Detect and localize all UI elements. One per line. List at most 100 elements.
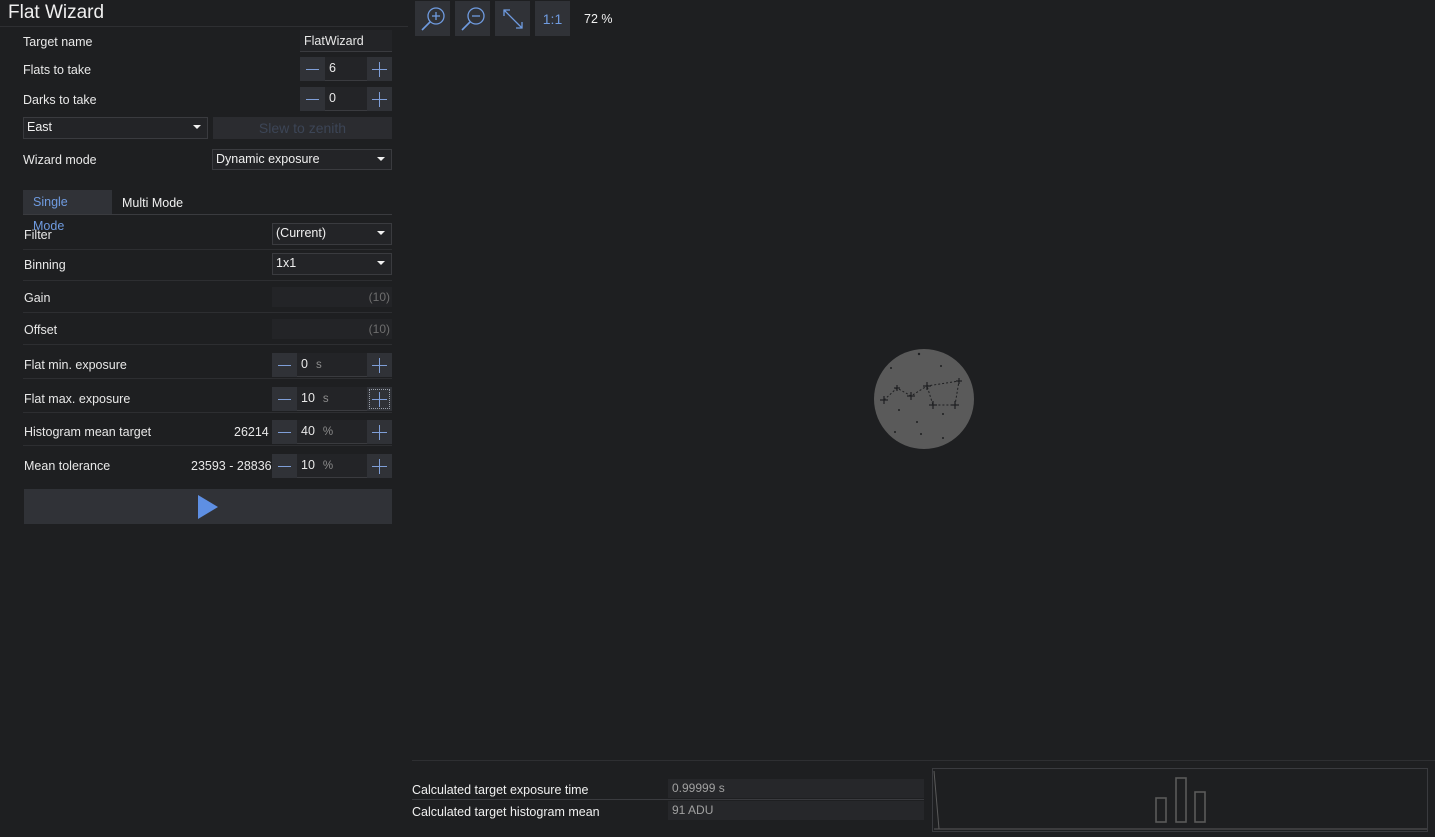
tolerance-decrement-button[interactable] (272, 454, 297, 478)
zoom-in-button[interactable] (415, 1, 450, 36)
row-divider (23, 312, 392, 313)
minus-icon (278, 364, 291, 366)
start-flat-wizard-button[interactable] (24, 489, 392, 524)
target-name-label: Target name (23, 35, 93, 49)
minus-icon (278, 398, 291, 400)
mean-tolerance-label: Mean tolerance (24, 459, 111, 473)
zoom-out-icon (460, 6, 485, 31)
fit-to-screen-icon (502, 8, 523, 29)
gain-label: Gain (24, 291, 51, 305)
tolerance-input[interactable]: 10% (297, 454, 367, 478)
min-exposure-input[interactable]: 0s (297, 353, 367, 377)
plus-icon (372, 391, 387, 407)
filter-label: Filter (24, 228, 52, 242)
wizard-mode-label: Wizard mode (23, 153, 97, 167)
darks-label: Darks to take (23, 93, 97, 107)
wizard-mode-value: Dynamic exposure (216, 152, 320, 166)
play-icon (198, 494, 218, 519)
min-exposure-unit: s (315, 359, 322, 371)
chevron-down-icon (377, 157, 385, 161)
tolerance-unit: % (322, 460, 334, 472)
chevron-down-icon (377, 261, 385, 265)
offset-input[interactable]: (10) (272, 319, 392, 339)
minus-icon (278, 431, 291, 433)
flats-increment-button[interactable] (367, 57, 392, 81)
min-exposure-increment-button[interactable] (367, 353, 392, 377)
row-divider (23, 445, 392, 446)
constellation-placeholder-image (873, 348, 975, 453)
constellation-icon (874, 349, 974, 449)
max-exposure-unit: s (322, 393, 329, 405)
darks-input[interactable]: 0 (325, 87, 367, 111)
binning-value: 1x1 (276, 256, 297, 270)
histogram-placeholder-icon (1155, 777, 1206, 823)
gain-input[interactable]: (10) (272, 287, 392, 307)
histogram-panel (932, 768, 1428, 832)
histogram-target-input[interactable]: 40% (297, 420, 367, 444)
binning-label: Binning (24, 258, 66, 272)
exposure-time-label: Calculated target exposure time (412, 783, 589, 797)
row-divider (23, 344, 392, 345)
darks-increment-button[interactable] (367, 87, 392, 111)
plus-icon (372, 424, 387, 440)
target-name-input[interactable]: FlatWizard (300, 30, 392, 52)
histogram-target-unit: % (322, 426, 334, 438)
chevron-down-icon (193, 125, 201, 129)
min-exposure-value: 0 (301, 357, 308, 371)
results-row-divider (412, 799, 924, 800)
tolerance-value: 10 (301, 458, 315, 472)
direction-select[interactable]: East (23, 117, 208, 139)
darks-decrement-button[interactable] (300, 87, 325, 111)
one-to-one-label: 1:1 (542, 10, 563, 27)
tolerance-increment-button[interactable] (367, 454, 392, 478)
max-exposure-increment-button[interactable] (367, 387, 392, 411)
wizard-mode-select[interactable]: Dynamic exposure (212, 149, 392, 170)
window-title: Flat Wizard (8, 2, 105, 23)
histogram-target-adu: 26214 (234, 425, 269, 439)
filter-value: (Current) (276, 226, 327, 240)
histogram-mean-value: 91 ADU (668, 801, 924, 820)
flats-decrement-button[interactable] (300, 57, 325, 81)
tab-single-mode[interactable]: Single Mode (23, 190, 112, 233)
plus-icon (372, 357, 387, 373)
binning-select[interactable]: 1x1 (272, 253, 392, 275)
exposure-time-value: 0.99999 s (668, 779, 924, 798)
tab-multi-mode[interactable]: Multi Mode (112, 191, 196, 215)
plus-icon (372, 458, 387, 474)
left-panel: Flat Wizard Target name FlatWizard Flats… (0, 0, 408, 837)
plus-icon (372, 91, 387, 107)
minus-icon (306, 98, 319, 100)
histogram-increment-button[interactable] (367, 420, 392, 444)
mean-tolerance-range: 23593 - 28836 (191, 459, 272, 473)
max-exposure-label: Flat max. exposure (24, 392, 131, 406)
max-exposure-decrement-button[interactable] (272, 387, 297, 411)
flats-label: Flats to take (23, 63, 92, 77)
zoom-level: 72 % (584, 12, 613, 26)
max-exposure-input[interactable]: 10 s (297, 387, 367, 411)
title-divider (0, 26, 408, 27)
one-to-one-button[interactable]: 1:1 (535, 1, 570, 36)
histogram-target-value: 40 (301, 424, 315, 438)
plus-icon (372, 61, 387, 77)
row-divider (23, 249, 392, 250)
max-exposure-value: 10 (301, 391, 315, 405)
min-exposure-label: Flat min. exposure (24, 358, 127, 372)
results-divider (412, 760, 1435, 761)
row-divider (23, 378, 392, 379)
fit-to-screen-button[interactable] (495, 1, 530, 36)
histogram-decrement-button[interactable] (272, 420, 297, 444)
minus-icon (306, 68, 319, 70)
offset-label: Offset (24, 323, 58, 337)
min-exposure-decrement-button[interactable] (272, 353, 297, 377)
row-divider (23, 280, 392, 281)
row-divider (23, 412, 392, 413)
zoom-out-button[interactable] (455, 1, 490, 36)
slew-to-zenith-button[interactable]: Slew to zenith (213, 117, 392, 139)
flats-input[interactable]: 6 (325, 57, 367, 81)
minus-icon (278, 465, 291, 467)
zoom-in-icon (420, 6, 445, 31)
histogram-mean-label: Calculated target histogram mean (412, 805, 600, 819)
chevron-down-icon (377, 231, 385, 235)
histogram-target-label: Histogram mean target (24, 425, 152, 439)
filter-select[interactable]: (Current) (272, 223, 392, 245)
